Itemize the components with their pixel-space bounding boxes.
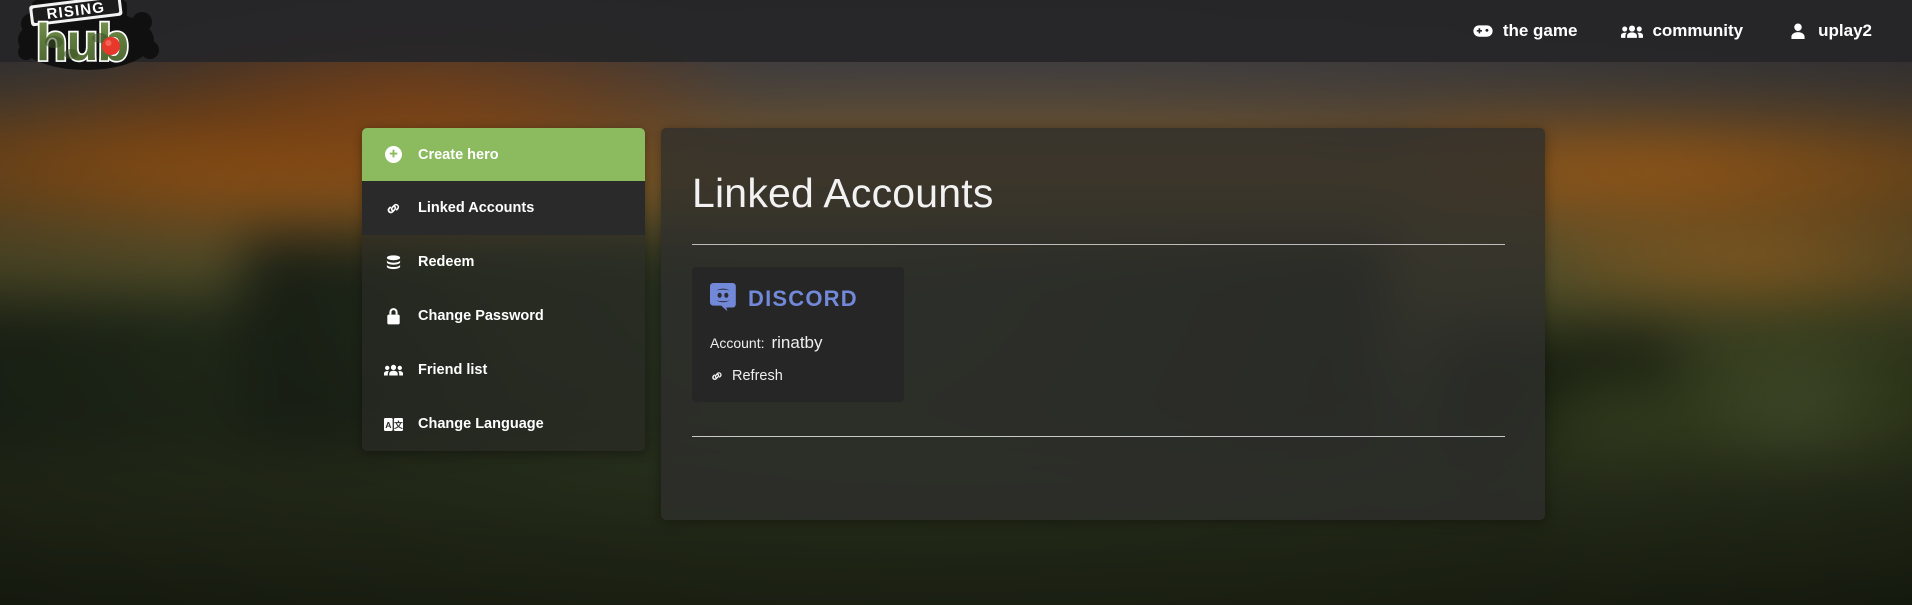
nav-item-user-account[interactable]: uplay2 [1765, 0, 1894, 62]
account-name: rinatby [771, 333, 823, 353]
sidebar-item-label: Create hero [418, 146, 499, 163]
discord-icon [710, 283, 738, 319]
svg-text:文: 文 [393, 418, 403, 429]
nav-item-community[interactable]: community [1599, 0, 1765, 62]
svg-text:DISCORD: DISCORD [748, 287, 858, 311]
account-sidebar: Create hero Linked Accounts Redeem Chang… [362, 128, 645, 451]
refresh-label: Refresh [732, 368, 783, 385]
sidebar-item-create-hero[interactable]: Create hero [362, 128, 645, 181]
sidebar-item-change-language[interactable]: A文 Change Language [362, 397, 645, 451]
discord-wordmark: DISCORD [748, 286, 870, 316]
sidebar-item-label: Change Language [418, 416, 544, 432]
sidebar-item-linked-accounts[interactable]: Linked Accounts [362, 181, 645, 235]
account-label: Account: [710, 335, 765, 352]
account-info-row: Account: rinatby [710, 333, 886, 353]
language-icon: A文 [384, 417, 403, 431]
sidebar-item-friend-list[interactable]: Friend list [362, 343, 645, 397]
nav-label: uplay2 [1818, 21, 1872, 40]
link-icon [384, 200, 403, 217]
sidebar-item-label: Friend list [418, 362, 488, 378]
linked-account-card-discord: DISCORD Account: rinatby Refresh [692, 267, 904, 403]
sidebar-item-label: Change Password [418, 308, 544, 324]
refresh-link[interactable]: Refresh [710, 368, 886, 384]
linked-accounts-panel: Linked Accounts DISCORD Account: rinatby… [661, 128, 1545, 520]
sidebar-item-label: Linked Accounts [418, 200, 535, 216]
main-navigation: the game community uplay2 [1450, 0, 1912, 62]
users-icon [384, 363, 403, 377]
coins-icon [384, 254, 403, 271]
nav-label: community [1652, 21, 1744, 40]
plus-circle-icon [384, 146, 403, 163]
page-title: Linked Accounts [692, 170, 994, 216]
sidebar-item-change-password[interactable]: Change Password [362, 289, 645, 343]
nav-item-the-game[interactable]: the game [1450, 0, 1600, 62]
user-icon [1787, 22, 1809, 40]
page-root: RISING hub the game community uplay2 Cre… [0, 0, 1912, 605]
lock-icon [384, 307, 403, 325]
site-logo[interactable]: RISING hub [14, 0, 164, 78]
link-icon [710, 369, 724, 383]
linked-accounts-list: DISCORD Account: rinatby Refresh [661, 245, 1545, 403]
page-content: Create hero Linked Accounts Redeem Chang… [0, 62, 1912, 605]
users-icon [1621, 22, 1644, 40]
gamepad-icon [1472, 22, 1494, 40]
site-header: RISING hub the game community uplay2 [0, 0, 1912, 74]
sidebar-item-redeem[interactable]: Redeem [362, 235, 645, 289]
discord-brand: DISCORD [710, 283, 886, 319]
svg-text:A: A [385, 419, 391, 429]
section-divider [692, 436, 1505, 438]
nav-label: the game [1502, 21, 1578, 40]
sidebar-item-label: Redeem [418, 254, 475, 270]
